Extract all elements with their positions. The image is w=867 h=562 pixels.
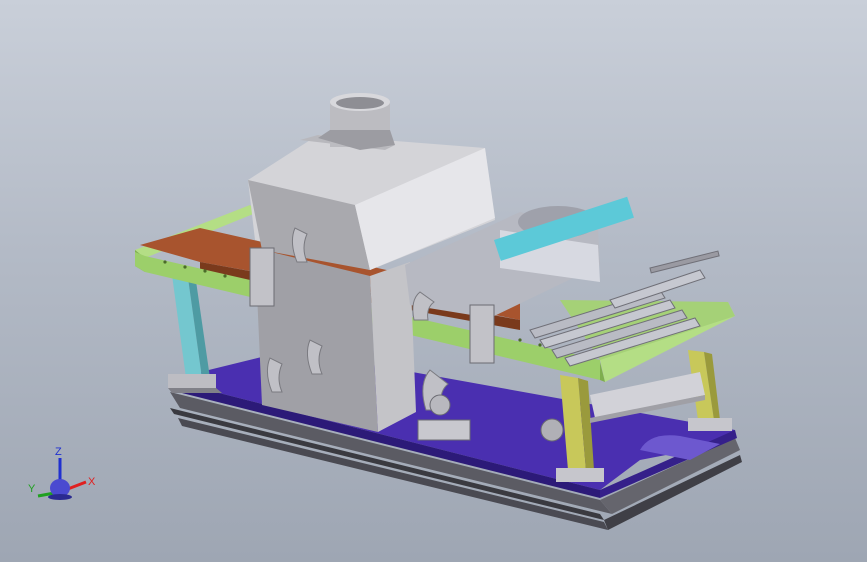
y-axis-label: Y — [28, 483, 36, 495]
rear-legs — [168, 275, 222, 393]
axis-triad: Z X Y — [28, 446, 96, 500]
cad-viewport[interactable]: Z X Y — [0, 0, 867, 562]
z-axis-label: Z — [55, 446, 62, 458]
x-axis-label: X — [88, 476, 96, 488]
assembly-model[interactable] — [0, 0, 867, 562]
